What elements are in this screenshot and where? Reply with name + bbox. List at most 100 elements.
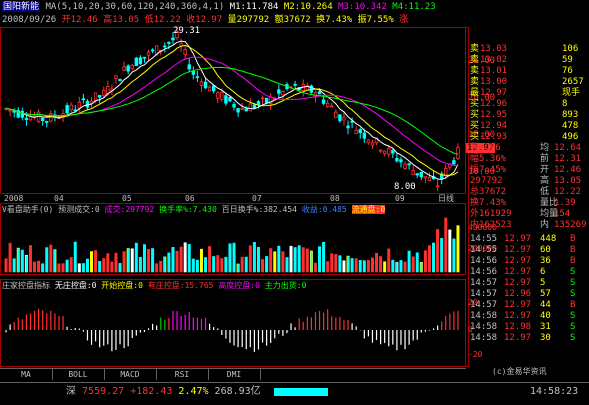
candle-body: [411, 170, 415, 176]
index-change: +182.43: [130, 386, 173, 397]
volume-bar: [130, 248, 134, 273]
volume-bar: [90, 251, 94, 273]
volume-bar: [313, 262, 317, 273]
volume-bar: [375, 252, 379, 273]
candle-body: [378, 149, 383, 152]
tick-row[interactable]: 14:56 12.97 6 S: [470, 267, 589, 278]
low-marker-label: 8.00: [394, 182, 416, 192]
bid-price: 12.93: [480, 132, 508, 142]
tick-price: 12.96: [504, 289, 532, 299]
tick-row[interactable]: 14:57 12.96 57 S: [470, 289, 589, 300]
stat-left: 换7.43%: [470, 198, 507, 208]
tick-row[interactable]: 14:58 12.97 40 S: [470, 311, 589, 322]
tick-side: B: [570, 234, 576, 244]
volume-bar: [147, 249, 151, 273]
bid-row[interactable]: 买 12.93 496: [470, 132, 589, 143]
tick-volume: 30: [540, 333, 551, 343]
ask-price: 12.97: [480, 88, 508, 98]
volume-bar: [4, 258, 8, 273]
tick-volume: 60: [540, 245, 551, 255]
volume-header: V看盘助手(0) 预测成交:0 成交:297792 换手率%:7.430 百日换…: [2, 205, 386, 215]
tick-side: S: [570, 311, 576, 321]
tick-row[interactable]: 14:56 12.97 36 B: [470, 256, 589, 267]
stat-row[interactable]: 涨0.66 均 12.64: [470, 143, 589, 154]
ask-price: 13.00: [480, 77, 508, 87]
candle-body: [407, 163, 411, 166]
stat-row[interactable]: 总37672 低 12.22: [470, 187, 589, 198]
tick-volume: 6: [540, 267, 546, 277]
ask-price: 13.03: [480, 44, 508, 54]
ask-row[interactable]: 卖 13.01 76: [470, 66, 589, 77]
tab-macd[interactable]: MACD: [104, 369, 157, 380]
candle-body: [264, 97, 269, 104]
candle-body: [419, 171, 424, 178]
tab-ma[interactable]: MA: [0, 369, 53, 380]
tick-time: 14:55: [470, 245, 498, 255]
tick-row[interactable]: 14:55 12.97 60 B: [470, 245, 589, 256]
tick-row[interactable]: 14:57 12.97 5 S: [470, 278, 589, 289]
volume-bar: [370, 257, 374, 273]
volume-bar: [330, 253, 334, 273]
candle-body: [150, 49, 155, 52]
bid-row[interactable]: 买 12.95 893: [470, 110, 589, 121]
tick-row[interactable]: 14:55 12.97 448 B: [470, 234, 589, 245]
tick-volume: 31: [540, 322, 551, 332]
tick-row[interactable]: 14:58 12.97 30 S: [470, 333, 589, 344]
ask-row[interactable]: 卖 13.02 59: [470, 55, 589, 66]
volume-bar: [256, 246, 260, 273]
volume-bar: [419, 261, 423, 273]
stat-row[interactable]: 振7.45% 开 12.46: [470, 165, 589, 176]
volume-bar: [126, 248, 130, 273]
stat-row[interactable]: 外161929 均量 154: [470, 209, 589, 220]
stat-row[interactable]: 幅5.36% 前 12.31: [470, 154, 589, 165]
tab-rsi[interactable]: RSI: [156, 369, 209, 380]
candle-body: [277, 89, 281, 94]
volume-bar: [342, 260, 346, 273]
candle-body: [366, 139, 371, 144]
stat-row[interactable]: 内162523 内 135269: [470, 220, 589, 231]
volume-bar: [407, 250, 411, 273]
candle-body: [423, 176, 428, 179]
volume-bar: [53, 249, 57, 273]
volume-bar: [297, 245, 301, 273]
bid-row[interactable]: 买 12.96 8: [470, 99, 589, 110]
tick-row[interactable]: 14:58 12.98 31 S: [470, 322, 589, 333]
ask-row[interactable]: 卖 13.03 106: [470, 44, 589, 55]
volume-bar: [391, 259, 395, 273]
bid-row[interactable]: 买 12.94 478: [470, 121, 589, 132]
volume-bar: [322, 241, 326, 273]
bid-price: 12.96: [480, 99, 508, 109]
tick-row[interactable]: 14:57 12.97 44 B: [470, 300, 589, 311]
volume-bar: [175, 250, 179, 273]
candle-body: [293, 83, 297, 86]
tick-side: S: [570, 289, 576, 299]
candle-body: [252, 104, 257, 109]
volume-bar: [183, 242, 187, 273]
volume-bar: [228, 243, 232, 273]
ask-volume: 76: [562, 66, 573, 76]
tab-dmi[interactable]: DMI: [208, 369, 261, 380]
volume-bar: [24, 254, 28, 273]
volume-bar: [366, 260, 370, 273]
volume-bar: [142, 244, 146, 273]
candle-body: [236, 108, 240, 113]
stat-label: 高: [540, 176, 550, 186]
candle-body: [163, 45, 167, 48]
bid-label: 买: [470, 121, 480, 131]
volume-bar: [114, 252, 118, 273]
tab-boll[interactable]: BOLL: [52, 369, 105, 380]
candle-body: [81, 98, 86, 101]
volume-bar: [98, 261, 102, 273]
volume-bar: [134, 242, 138, 273]
stat-row[interactable]: 换7.43% 量比 1.39: [470, 198, 589, 209]
index-ticker[interactable]: 深 7559.27 +182.43 2.47% 268.93亿: [66, 385, 261, 399]
stat-value: 12.64: [554, 143, 582, 153]
volume-bar: [236, 263, 240, 273]
volume-bar: [244, 256, 248, 273]
stat-left: 297792: [470, 176, 503, 186]
stat-row[interactable]: 297792 高 13.05: [470, 176, 589, 187]
ask-row[interactable]: 卖 13.00 2657: [470, 77, 589, 88]
ask-row[interactable]: 最 12.97 现手: [470, 88, 589, 99]
volume-bar: [33, 261, 37, 273]
volume-bar: [383, 261, 387, 273]
